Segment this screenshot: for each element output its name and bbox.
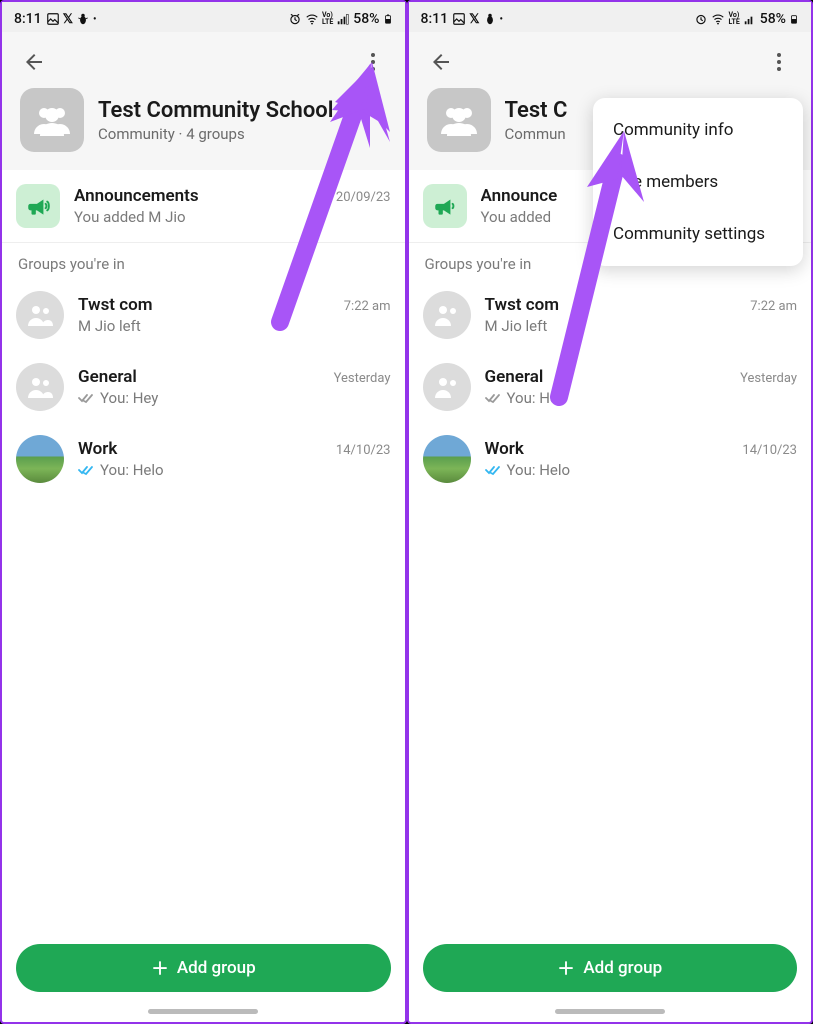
group-avatar [16,291,64,339]
read-ticks-icon [78,392,96,404]
menu-community-settings[interactable]: Community settings [593,208,803,260]
group-subtitle: You: Hey [485,389,798,407]
x-icon: 𝕏 [63,12,73,27]
announcements-subtitle: You added M Jio [74,208,391,226]
megaphone-icon [16,184,60,228]
megaphone-icon [423,184,467,228]
group-subtitle: M Jio left [485,317,798,335]
announcements-title: Announce [481,186,558,206]
group-name: Twst com [485,295,560,315]
community-avatar [427,88,491,152]
volte-icon: Vo)LTE [728,12,739,26]
announcements-title: Announcements [74,186,199,206]
menu-invite-members[interactable]: e members [593,156,803,208]
alarm-icon [694,12,708,26]
x-icon: 𝕏 [469,12,479,27]
nav-pill [148,1009,258,1014]
status-bar: 8:11 𝕏 • Vo)LTE 58% [2,2,405,32]
community-subtitle: Community · 4 groups [98,125,333,143]
bug-icon [483,12,497,26]
status-bar: 8:11 𝕏 • Vo)LTE 58% [409,2,812,32]
volte-icon: Vo)LTE [322,12,333,26]
signal-icon [743,12,757,26]
community-header[interactable]: Test Community School Community · 4 grou… [14,82,393,152]
community-avatar [20,88,84,152]
add-group-label: Add group [177,958,256,978]
image-icon [46,12,60,26]
group-row-general[interactable]: General Yesterday You: Hey [409,351,812,423]
wifi-icon [305,12,319,26]
status-time: 8:11 [421,11,449,27]
community-subtitle: Commun [505,125,568,143]
bug-icon [76,12,90,26]
menu-community-info[interactable]: Community info [593,104,803,156]
group-name: Work [485,439,524,459]
group-avatar-work [16,435,64,483]
group-subtitle: You: Hey [78,389,391,407]
group-row-twst[interactable]: Twst com 7:22 am M Jio left [2,279,405,351]
battery-percent: 58% [760,11,786,27]
group-avatar [16,363,64,411]
alarm-icon [288,12,302,26]
image-icon [452,12,466,26]
battery-icon [789,11,799,27]
group-name: General [485,367,544,387]
group-subtitle: You: Helo [78,461,391,479]
add-group-button[interactable]: Add group [16,944,391,992]
battery-percent: 58% [353,11,379,27]
read-ticks-icon [485,392,503,404]
community-title: Test C [505,98,568,123]
group-name: Twst com [78,295,153,315]
nav-pill [555,1009,665,1014]
group-subtitle: M Jio left [78,317,391,335]
group-avatar [423,363,471,411]
read-ticks-icon [78,464,96,476]
status-time: 8:11 [14,11,42,27]
group-name: Work [78,439,117,459]
back-button[interactable] [421,42,461,82]
plus-icon [151,959,169,977]
group-avatar [423,291,471,339]
phone-left: 8:11 𝕏 • Vo)LTE 58% [0,0,407,1024]
group-time: 7:22 am [750,299,797,314]
wifi-icon [711,12,725,26]
phone-right: 8:11 𝕏 • Vo)LTE 58% [407,0,813,1024]
back-button[interactable] [14,42,54,82]
signal-icon [336,12,350,26]
announcements-row[interactable]: Announcements 20/09/23 You added M Jio [2,170,405,243]
groups-section-label: Groups you're in [2,243,405,279]
group-subtitle: You: Helo [485,461,798,479]
group-time: Yesterday [334,371,391,386]
group-time: 14/10/23 [336,443,391,458]
group-time: Yesterday [740,371,797,386]
more-options-button[interactable] [759,42,799,82]
options-dropdown: Community info e members Community setti… [593,98,803,266]
group-row-twst[interactable]: Twst com 7:22 am M Jio left [409,279,812,351]
battery-icon [383,11,393,27]
group-time: 7:22 am [344,299,391,314]
add-group-button[interactable]: Add group [423,944,798,992]
community-title: Test Community School [98,98,333,123]
group-time: 14/10/23 [742,443,797,458]
app-header: Test Community School Community · 4 grou… [2,32,405,170]
group-avatar-work [423,435,471,483]
plus-icon [557,959,575,977]
announcements-time: 20/09/23 [336,190,391,205]
group-row-work[interactable]: Work 14/10/23 You: Helo [409,423,812,495]
read-ticks-icon [485,464,503,476]
add-group-label: Add group [583,958,662,978]
group-row-general[interactable]: General Yesterday You: Hey [2,351,405,423]
group-name: General [78,367,137,387]
more-options-button[interactable] [353,42,393,82]
group-row-work[interactable]: Work 14/10/23 You: Helo [2,423,405,495]
